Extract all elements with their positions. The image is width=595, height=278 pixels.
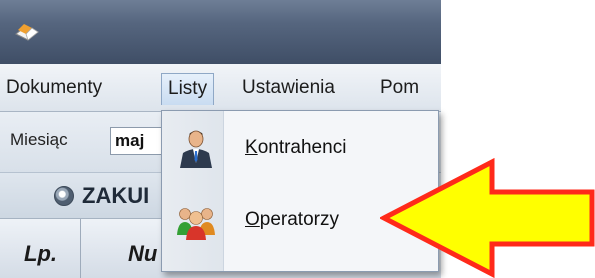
app-logo-icon <box>15 24 39 41</box>
menu-dokumenty[interactable]: Dokumenty <box>0 73 108 105</box>
column-separator <box>80 219 81 278</box>
column-header-lp[interactable]: Lp. <box>24 241 57 267</box>
column-header-numer[interactable]: Nu <box>128 241 157 267</box>
month-label: Miesiąc <box>10 130 68 149</box>
menu-listy[interactable]: Listy <box>161 73 215 105</box>
title-bar <box>0 0 441 64</box>
menu-ustawienia[interactable]: Ustawienia <box>236 73 341 105</box>
menu-bar: Dokumenty Listy Ustawienia Pom <box>0 64 441 112</box>
radio-icon[interactable] <box>54 186 74 206</box>
business-person-icon <box>180 130 212 168</box>
menu-item-label: Operatorzy <box>245 209 339 230</box>
pointer-arrow-annotation <box>380 158 595 278</box>
menu-pomoc[interactable]: Pom <box>374 73 425 105</box>
menu-item-label: Kontrahenci <box>245 137 347 158</box>
users-group-icon <box>177 208 215 240</box>
section-title: ZAKUI <box>82 183 150 208</box>
